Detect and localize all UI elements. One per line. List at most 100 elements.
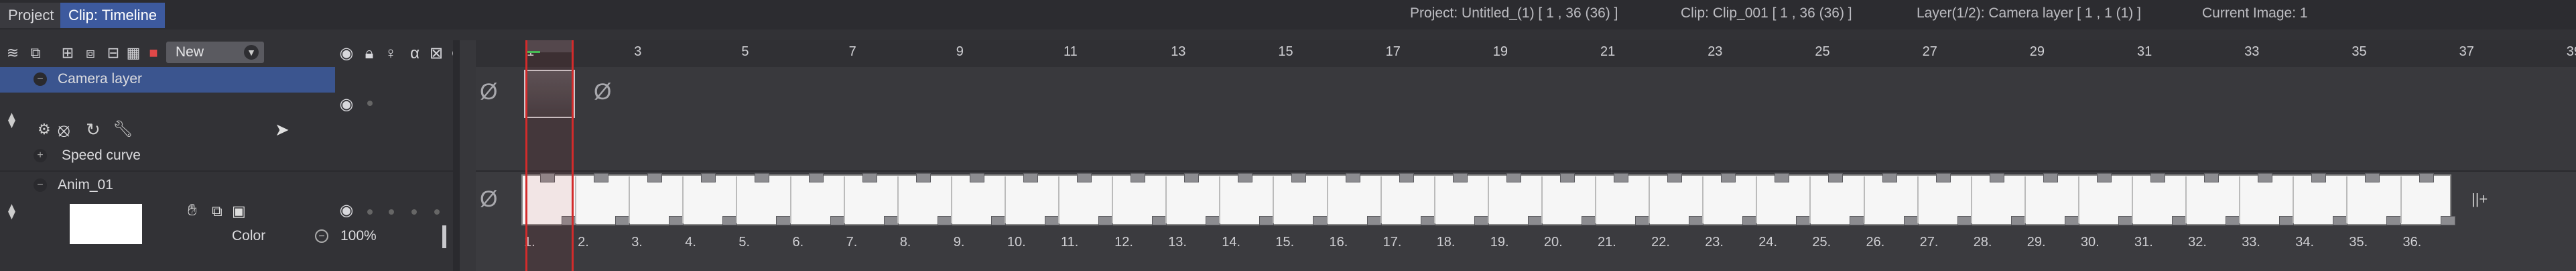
cell-bottom-handle[interactable] — [2118, 216, 2133, 225]
cell-top-handle[interactable] — [915, 173, 931, 182]
anim-collapse-icon[interactable]: − — [34, 178, 47, 192]
cell-bottom-handle[interactable] — [722, 216, 738, 225]
cell-bottom-handle[interactable] — [830, 216, 845, 225]
cell-bottom-handle[interactable] — [1581, 216, 1596, 225]
cell-top-handle[interactable] — [2204, 173, 2219, 182]
cell-top-handle[interactable] — [647, 173, 663, 182]
cell-bottom-handle[interactable] — [1420, 216, 1435, 225]
tab-project[interactable]: Project — [0, 3, 62, 28]
opacity-slider[interactable] — [442, 225, 446, 248]
delete-layer-icon[interactable]: ■ — [143, 42, 164, 64]
cell-bottom-handle[interactable] — [1635, 216, 1650, 225]
cell-bottom-handle[interactable] — [1313, 216, 1328, 225]
cell-bottom-handle[interactable] — [1850, 216, 1865, 225]
cell-top-handle[interactable] — [2311, 173, 2327, 182]
layers-flip-icon[interactable]: ⧉ — [25, 42, 46, 64]
cell-bottom-handle[interactable] — [776, 216, 791, 225]
add-frame-icon[interactable]: ▣ — [232, 203, 246, 220]
panel-splitter[interactable] — [453, 40, 460, 271]
cell-top-handle[interactable] — [2365, 173, 2380, 182]
cell-bottom-handle[interactable] — [1742, 216, 1758, 225]
select-area-icon[interactable]: ⊠ — [426, 42, 446, 66]
speed-curve-add-icon[interactable]: + — [34, 149, 47, 162]
duplicate-layer-icon[interactable]: ⧈ — [80, 42, 101, 64]
cell-bottom-handle[interactable] — [1957, 216, 1972, 225]
cell-bottom-handle[interactable] — [2279, 216, 2295, 225]
cell-top-handle[interactable] — [1614, 173, 1628, 182]
cell-bottom-handle[interactable] — [1689, 216, 1704, 225]
cell-bottom-handle[interactable] — [1152, 216, 1167, 225]
cell-bottom-handle[interactable] — [937, 216, 952, 225]
alpha-icon[interactable]: α — [405, 42, 425, 66]
cell-bottom-handle[interactable] — [1527, 216, 1543, 225]
cell-top-handle[interactable] — [1399, 173, 1414, 182]
camera-track[interactable] — [476, 67, 2576, 171]
refresh-icon[interactable]: ↻ — [86, 119, 101, 140]
hand-icon[interactable]: ✋︎ — [188, 201, 197, 220]
cell-bottom-handle[interactable] — [883, 216, 899, 225]
cell-bottom-handle[interactable] — [1474, 216, 1489, 225]
cell-top-handle[interactable] — [755, 173, 770, 182]
cell-bottom-handle[interactable] — [1259, 216, 1275, 225]
cell-top-handle[interactable] — [2096, 173, 2112, 182]
cell-bottom-handle[interactable] — [990, 216, 1006, 225]
cell-bottom-handle[interactable] — [2010, 216, 2026, 225]
eye-icon[interactable]: ◉ — [336, 42, 357, 66]
cell-top-handle[interactable] — [1131, 173, 1146, 182]
cell-top-handle[interactable] — [1291, 173, 1307, 182]
tab-clip-timeline[interactable]: Clip: Timeline — [60, 3, 166, 28]
camera-layer-row[interactable] — [0, 67, 335, 93]
merge-layer-icon[interactable]: ⊟ — [103, 42, 123, 64]
frames-icon[interactable]: ⧉ — [212, 203, 222, 220]
anim-lock-dot[interactable] — [367, 209, 373, 215]
cell-top-handle[interactable] — [808, 173, 824, 182]
cell-bottom-handle[interactable] — [2333, 216, 2348, 225]
cell-bottom-handle[interactable] — [2172, 216, 2187, 225]
anim-light-dot[interactable] — [389, 209, 394, 215]
cell-top-handle[interactable] — [2419, 173, 2434, 182]
cell-top-handle[interactable] — [1828, 173, 1844, 182]
cell-bottom-handle[interactable] — [615, 216, 631, 225]
opacity-minus-icon[interactable]: − — [315, 229, 328, 243]
cell-bottom-handle[interactable] — [1796, 216, 1811, 225]
end-marker-icon[interactable]: ||+ — [2471, 191, 2488, 208]
anim-thumbnail[interactable] — [70, 204, 142, 244]
cell-top-handle[interactable] — [1667, 173, 1683, 182]
cell-top-handle[interactable] — [1452, 173, 1468, 182]
cell-bottom-handle[interactable] — [2386, 216, 2402, 225]
cell-bottom-handle[interactable] — [1206, 216, 1221, 225]
camera-reset-icon[interactable]: ⦻ — [58, 119, 70, 142]
camera-eye-icon[interactable]: ◉ — [336, 93, 357, 117]
cell-bottom-handle[interactable] — [2440, 216, 2455, 225]
cell-top-handle[interactable] — [1184, 173, 1200, 182]
camera-collapse-icon[interactable]: − — [34, 72, 47, 86]
frame-ruler[interactable] — [476, 40, 2576, 67]
cell-top-handle[interactable] — [1077, 173, 1092, 182]
cell-bottom-handle[interactable] — [669, 216, 684, 225]
cell-top-handle[interactable] — [701, 173, 716, 182]
layers-stack-icon[interactable]: ≋ — [3, 42, 23, 64]
cell-bottom-handle[interactable] — [2226, 216, 2241, 225]
cell-top-handle[interactable] — [594, 173, 609, 182]
cell-top-handle[interactable] — [1775, 173, 1790, 182]
camera-lock-dot[interactable] — [367, 101, 373, 106]
cell-top-handle[interactable] — [1559, 173, 1575, 182]
cell-bottom-handle[interactable] — [1903, 216, 1919, 225]
wrench-icon[interactable]: 🔧︎ — [113, 119, 133, 139]
cell-top-handle[interactable] — [1023, 173, 1038, 182]
cell-top-handle[interactable] — [2258, 173, 2273, 182]
cell-top-handle[interactable] — [1989, 173, 2004, 182]
cell-bottom-handle[interactable] — [1366, 216, 1382, 225]
cell-bottom-handle[interactable] — [2064, 216, 2079, 225]
add-layer-icon[interactable]: ⊞ — [58, 42, 78, 64]
folder-layer-icon[interactable]: ▦ — [123, 42, 143, 64]
cell-top-handle[interactable] — [2150, 173, 2165, 182]
cell-top-handle[interactable] — [1882, 173, 1897, 182]
cell-top-handle[interactable] — [1238, 173, 1253, 182]
cell-top-handle[interactable] — [1506, 173, 1521, 182]
anim-alpha-dot[interactable] — [411, 209, 417, 215]
light-icon[interactable]: ♀ — [381, 42, 401, 66]
cell-top-handle[interactable] — [2043, 173, 2058, 182]
cell-top-handle[interactable] — [1935, 173, 1951, 182]
tag-icon[interactable]: ⧫ — [8, 111, 15, 129]
